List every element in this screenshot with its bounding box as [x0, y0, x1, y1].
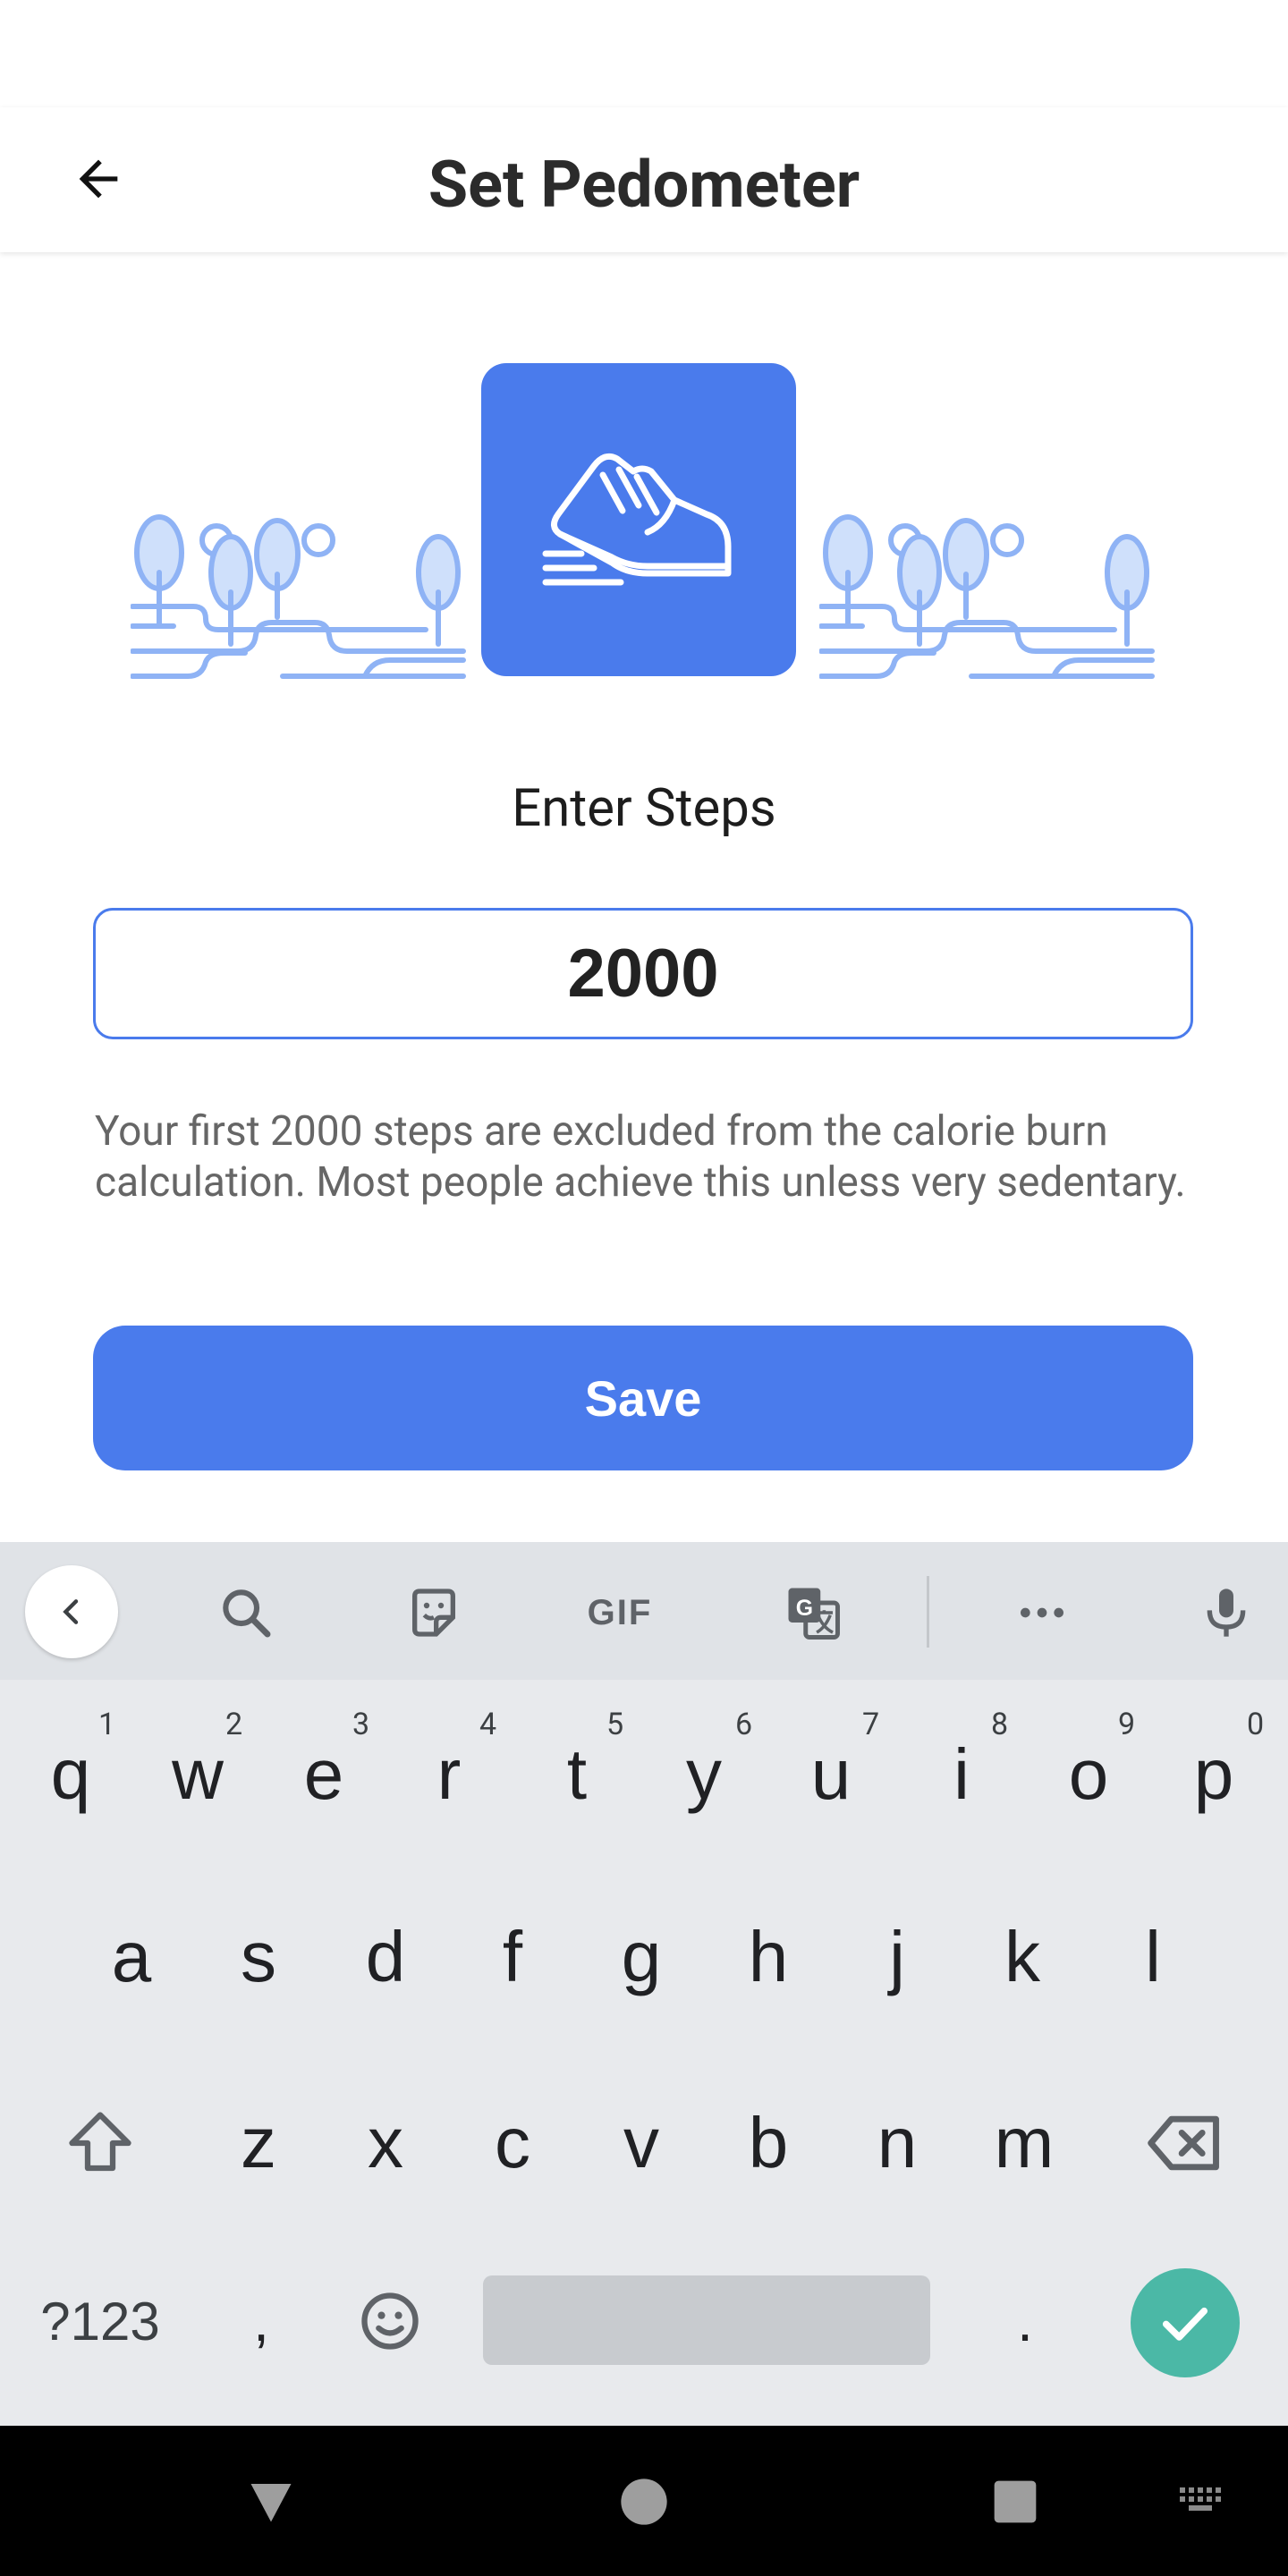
comma-key[interactable]: ,	[208, 2272, 315, 2370]
park-trees-icon	[131, 514, 466, 679]
key-hint-2: 2	[225, 1707, 243, 1742]
keyboard-more-button[interactable]	[993, 1563, 1091, 1662]
key-hint-0: 0	[1247, 1707, 1265, 1742]
shift-key[interactable]	[47, 2089, 154, 2197]
sneaker-icon	[542, 453, 732, 586]
nav-home-button[interactable]	[604, 2462, 684, 2542]
keyboard-collapse-button[interactable]	[25, 1565, 118, 1658]
key-hint-3: 3	[352, 1707, 370, 1742]
more-horizontal-icon	[1021, 1607, 1063, 1618]
key-hint-6: 6	[735, 1707, 753, 1742]
keyboard-gif-button[interactable]: GIF	[571, 1563, 669, 1662]
sticker-icon	[412, 1589, 455, 1637]
chevron-left-icon	[63, 1599, 79, 1624]
keyboard-toolbar: GIF G	[0, 1542, 1288, 1680]
key-hint-7: 7	[862, 1707, 880, 1742]
shift-icon	[69, 2112, 131, 2172]
keyboard-voice-button[interactable]	[1177, 1563, 1275, 1662]
toolbar-divider	[927, 1576, 929, 1648]
key-hint-5: 5	[606, 1707, 624, 1742]
keyboard-switch-icon	[1180, 2487, 1221, 2511]
save-button[interactable]: Save	[93, 1326, 1193, 1470]
keyboard-translate-button[interactable]: G	[764, 1563, 862, 1662]
key-h[interactable]: h	[716, 1903, 821, 2011]
key-j[interactable]: j	[844, 1903, 950, 2011]
search-icon	[223, 1589, 271, 1638]
emoji-key[interactable]	[336, 2272, 444, 2370]
key-f[interactable]: f	[460, 1903, 565, 2011]
key-d[interactable]: d	[333, 1903, 438, 2011]
key-b[interactable]: b	[716, 2089, 821, 2197]
backspace-key[interactable]	[1129, 2089, 1241, 2197]
nav-recents-button[interactable]	[975, 2462, 1055, 2542]
emoji-icon	[361, 2292, 419, 2350]
status-bar	[0, 0, 1288, 107]
nav-back-button[interactable]	[231, 2462, 311, 2542]
gif-label: GIF	[587, 1592, 653, 1632]
key-c[interactable]: c	[460, 2089, 565, 2197]
keyboard-sticker-button[interactable]	[385, 1563, 483, 1662]
park-trees-icon	[819, 514, 1155, 679]
space-key[interactable]	[483, 2275, 930, 2365]
key-hint-4: 4	[479, 1707, 497, 1742]
nav-back-triangle-icon	[250, 2484, 292, 2522]
enter-key[interactable]	[1131, 2268, 1240, 2377]
translate-icon: G	[788, 1588, 840, 1640]
symbols-key[interactable]: ?123	[20, 2272, 181, 2370]
shoe-tile	[481, 363, 796, 676]
system-nav-bar	[0, 2426, 1288, 2576]
nav-recents-square-icon	[994, 2480, 1037, 2523]
key-v[interactable]: v	[589, 2089, 694, 2197]
page-title: Set Pedometer	[428, 147, 860, 223]
app-bar: Set Pedometer	[0, 107, 1288, 252]
key-k[interactable]: k	[970, 1903, 1075, 2011]
backspace-icon	[1148, 2115, 1219, 2171]
key-a[interactable]: a	[79, 1903, 184, 2011]
period-key[interactable]: .	[971, 2272, 1079, 2370]
key-hint-1: 1	[98, 1707, 116, 1742]
steps-info-text: Your first 2000 steps are excluded from …	[95, 1107, 1186, 1207]
microphone-icon	[1207, 1589, 1246, 1637]
key-hint-9: 9	[1118, 1707, 1136, 1742]
key-s[interactable]: s	[206, 1903, 311, 2011]
check-icon	[1162, 2307, 1208, 2341]
nav-home-circle-icon	[621, 2479, 667, 2525]
keyboard-search-button[interactable]	[197, 1563, 295, 1662]
key-n[interactable]: n	[844, 2089, 950, 2197]
key-m[interactable]: m	[971, 2089, 1077, 2197]
keyboard-switch-button[interactable]	[1163, 2462, 1243, 2542]
key-l[interactable]: l	[1100, 1903, 1206, 2011]
steps-input[interactable]	[93, 908, 1193, 1039]
svg-text:G: G	[796, 1597, 813, 1621]
key-g[interactable]: g	[589, 1903, 694, 2011]
pedometer-illustration	[0, 358, 1288, 698]
key-hint-8: 8	[991, 1707, 1009, 1742]
key-z[interactable]: z	[206, 2089, 311, 2197]
enter-steps-label: Enter Steps	[512, 778, 776, 839]
key-x[interactable]: x	[333, 2089, 438, 2197]
